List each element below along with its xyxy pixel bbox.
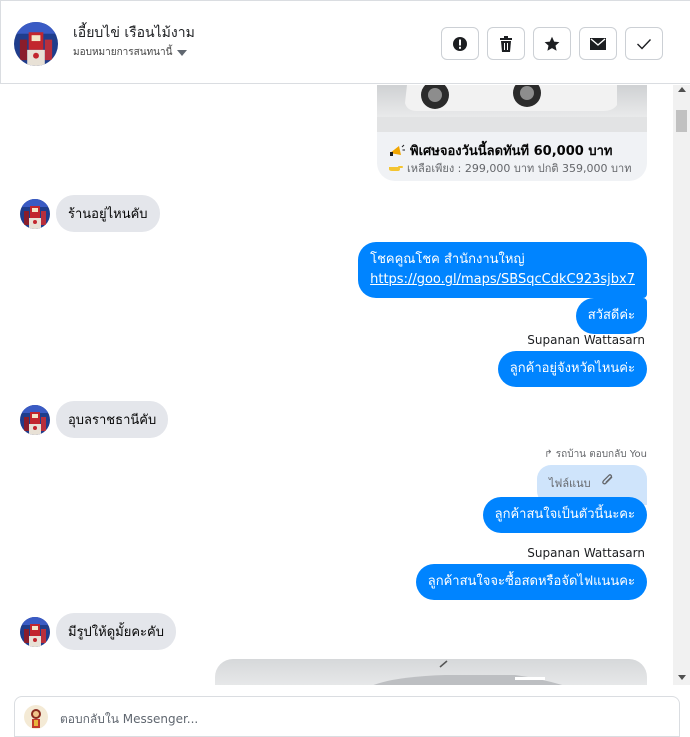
outgoing-message[interactable]: ลูกค้าอยู่จังหวัดไหนค่ะ xyxy=(497,351,647,387)
email-button[interactable] xyxy=(579,27,617,60)
paperclip-icon xyxy=(601,474,613,485)
reply-composer[interactable]: ตอบกลับใน Messenger... xyxy=(14,696,680,737)
product-card-subtitle: เหลือเพียง : 299,000 บาท ปกติ 359,000 บา… xyxy=(407,162,632,175)
trash-icon xyxy=(500,35,512,52)
scroll-thumb[interactable] xyxy=(676,110,687,132)
maps-link[interactable]: https://goo.gl/maps/SBSqcCdkC923sjbx7 xyxy=(370,272,635,287)
product-card-title: พิเศษจองวันนี้ลดทันที 60,000 บาท xyxy=(410,144,613,159)
product-card-title-row: พิเศษจองวันนี้ลดทันที 60,000 บาท xyxy=(389,140,612,161)
mail-icon xyxy=(590,37,606,50)
delete-button[interactable] xyxy=(487,27,525,60)
mark-done-button[interactable] xyxy=(625,27,663,60)
conversation-header: เอี้ยบไข่ เรือนไม้งาม มอบหมายการสนทนานี้ xyxy=(0,0,690,84)
incoming-message[interactable]: มีรูปให้ดูมั้ยคะคับ xyxy=(56,613,176,650)
reply-indicator: ↱ รถบ้าน ตอบกลับ You xyxy=(544,447,647,462)
product-card[interactable]: พิเศษจองวันนี้ลดทันที 60,000 บาท เหลือเพ… xyxy=(377,85,647,181)
assign-label: มอบหมายการสนทนานี้ xyxy=(73,47,173,58)
contact-avatar xyxy=(20,404,50,435)
star-icon xyxy=(544,36,560,51)
megaphone-icon xyxy=(390,144,405,156)
product-card-subtitle-row: เหลือเพียง : 299,000 บาท ปกติ 359,000 บา… xyxy=(389,159,631,177)
incoming-message[interactable]: อุบลราชธานีคับ xyxy=(56,401,169,438)
reply-input-placeholder[interactable]: ตอบกลับใน Messenger... xyxy=(60,710,198,729)
scroll-down-arrow-icon[interactable] xyxy=(678,675,686,680)
incoming-message-row: มีรูปให้ดูมั้ยคะคับ xyxy=(20,613,176,650)
page-avatar xyxy=(24,705,48,729)
outgoing-message[interactable]: ลูกค้าสนใจเป็นตัวนี้นะคะ xyxy=(482,497,647,533)
report-button[interactable] xyxy=(441,27,479,60)
contact-avatar[interactable] xyxy=(14,22,58,66)
sender-name: Supanan Wattasarn xyxy=(527,333,645,347)
outgoing-image[interactable] xyxy=(215,659,647,685)
outgoing-message[interactable]: ลูกค้าสนใจจะซื้อสดหรือจัดไฟแนนคะ xyxy=(415,564,647,600)
outgoing-message[interactable]: สวัสดีค่ะ xyxy=(575,298,647,334)
contact-avatar xyxy=(20,198,50,229)
incoming-message[interactable]: ร้านอยู่ไหนคับ xyxy=(56,195,160,232)
star-button[interactable] xyxy=(533,27,571,60)
chevron-down-icon xyxy=(177,49,188,56)
pointing-hand-icon xyxy=(389,166,403,171)
scroll-up-arrow-icon[interactable] xyxy=(678,87,686,92)
assign-conversation-dropdown[interactable]: มอบหมายการสนทนานี้ xyxy=(73,45,188,60)
reply-meta-text: รถบ้าน ตอบกลับ You xyxy=(555,449,647,460)
thread-scrollbar[interactable] xyxy=(673,85,690,685)
check-icon xyxy=(637,38,652,50)
report-icon xyxy=(453,36,467,51)
header-actions xyxy=(441,27,663,60)
message-thread[interactable]: พิเศษจองวันนี้ลดทันที 60,000 บาท เหลือเพ… xyxy=(0,85,673,685)
incoming-message-row: ร้านอยู่ไหนคับ xyxy=(20,195,160,232)
contact-avatar xyxy=(20,616,50,647)
message-text: โชคคูณโชค สำนักงานใหญ่ xyxy=(370,252,525,267)
reply-arrow-icon: ↱ xyxy=(544,449,553,460)
incoming-message-row: อุบลราชธานีคับ xyxy=(20,401,169,438)
outgoing-message[interactable]: โชคคูณโชค สำนักงานใหญ่ https://goo.gl/ma… xyxy=(358,242,647,298)
product-card-image xyxy=(377,85,647,132)
quoted-attachment-label: ไฟล์แนบ xyxy=(549,477,591,490)
contact-name[interactable]: เอี้ยบไข่ เรือนไม้งาม xyxy=(73,22,195,44)
sender-name: Supanan Wattasarn xyxy=(527,546,645,560)
